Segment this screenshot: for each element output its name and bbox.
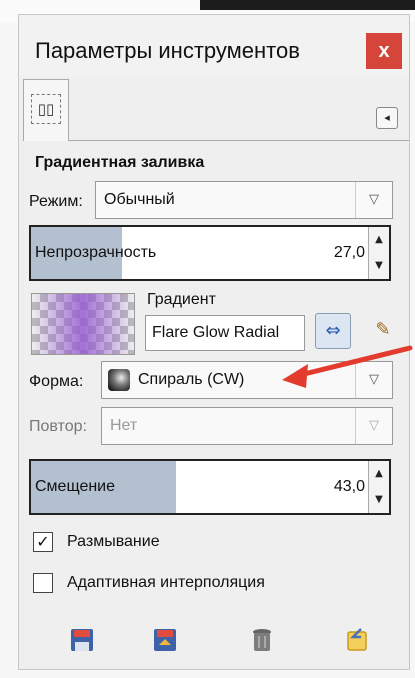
save-preset-icon[interactable]: [67, 625, 97, 655]
mode-label: Режим:: [29, 193, 83, 210]
preset-buttons-bar: [19, 615, 409, 669]
spin-up-icon[interactable]: ▲: [369, 461, 389, 487]
tab-bar: ▯▯ ◂: [19, 79, 409, 149]
title-bar: Параметры инструментов x: [19, 15, 409, 77]
repeat-value: Нет: [110, 417, 138, 434]
tool-name: Градиентная заливка: [35, 154, 205, 171]
dialog-title: Параметры инструментов: [35, 38, 300, 63]
offset-label: Смещение: [35, 478, 116, 495]
reverse-gradient-button[interactable]: ⇔: [315, 313, 351, 349]
edit-gradient-button[interactable]: ✎: [369, 315, 397, 345]
tab-menu-button[interactable]: ◂: [376, 107, 398, 129]
adaptive-interpolation-checkbox[interactable]: [33, 573, 53, 593]
shape-value: Спираль (CW): [138, 371, 245, 388]
spin-up-icon[interactable]: ▲: [369, 227, 389, 253]
dither-checkbox[interactable]: ✓: [33, 532, 53, 552]
tool-options-icon: ▯▯: [31, 94, 61, 124]
opacity-label: Непрозрачность: [35, 244, 157, 261]
dark-window-edge: [200, 0, 415, 10]
gradient-label: Градиент: [147, 291, 216, 308]
gradient-preview[interactable]: [31, 293, 135, 355]
offset-slider[interactable]: Смещение 43,0 ▲ ▼: [29, 459, 391, 515]
mode-select[interactable]: Обычный ▽: [95, 181, 393, 219]
swap-arrows-icon: ⇔: [325, 320, 341, 341]
tab-divider: [69, 140, 409, 141]
spin-down-icon[interactable]: ▼: [369, 487, 389, 513]
opacity-value: 27,0: [333, 244, 365, 261]
close-button[interactable]: x: [366, 33, 402, 69]
tool-options-dialog: Параметры инструментов x ▯▯ ◂ Градиентна…: [18, 14, 410, 670]
repeat-select[interactable]: Нет ▽: [101, 407, 393, 445]
reset-icon[interactable]: [342, 625, 372, 655]
opacity-slider[interactable]: Непрозрачность 27,0 ▲ ▼: [29, 225, 391, 281]
opacity-spin-buttons[interactable]: ▲ ▼: [368, 227, 389, 279]
repeat-label: Повтор:: [29, 418, 87, 435]
chevron-down-icon: ▽: [355, 362, 392, 398]
delete-preset-icon[interactable]: [247, 625, 277, 655]
shape-label: Форма:: [29, 373, 84, 390]
adaptive-interpolation-label: Адаптивная интерполяция: [67, 574, 265, 591]
tab-tool-options[interactable]: ▯▯: [23, 79, 69, 141]
restore-preset-icon[interactable]: [150, 625, 180, 655]
offset-spin-buttons[interactable]: ▲ ▼: [368, 461, 389, 513]
offset-value: 43,0: [333, 478, 365, 495]
spiral-shape-icon: [108, 369, 130, 391]
dither-label: Размывание: [67, 533, 160, 550]
mode-value: Обычный: [104, 191, 175, 208]
chevron-down-icon: ▽: [355, 408, 392, 444]
spin-down-icon[interactable]: ▼: [369, 253, 389, 279]
gradient-name-field[interactable]: Flare Glow Radial: [145, 315, 305, 351]
pencil-icon: ✎: [375, 319, 391, 340]
shape-select[interactable]: Спираль (CW) ▽: [101, 361, 393, 399]
chevron-down-icon: ▽: [355, 182, 392, 218]
